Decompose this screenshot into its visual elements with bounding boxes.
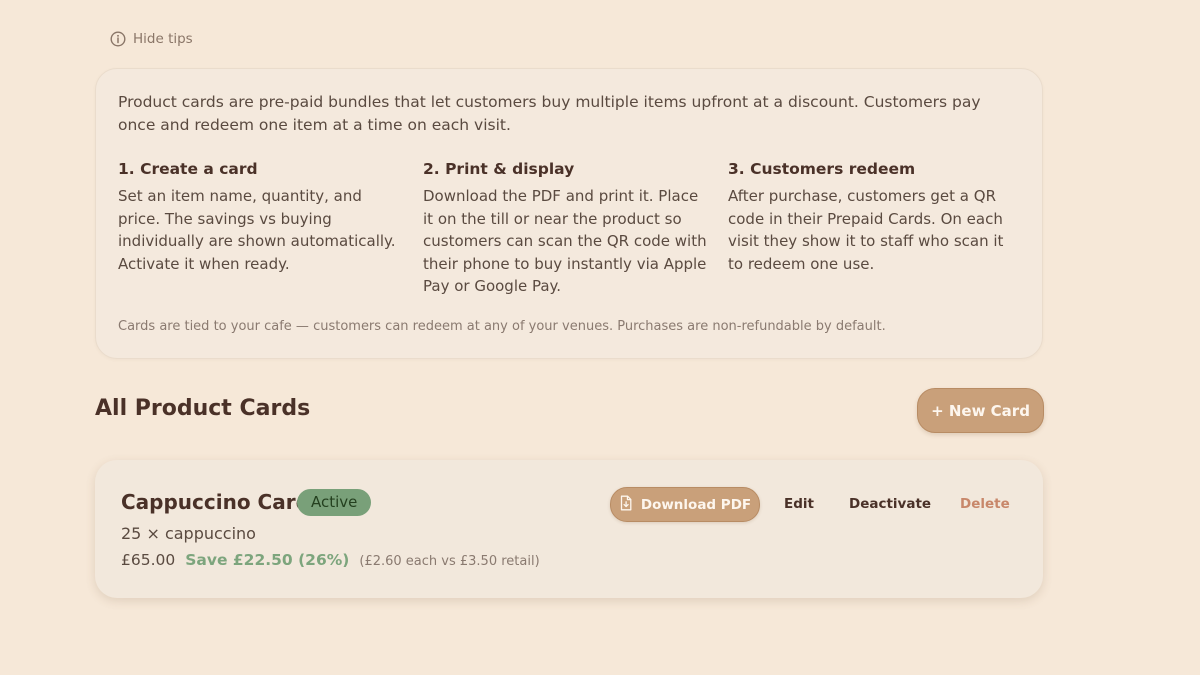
step-title: 3. Customers redeem bbox=[728, 160, 916, 178]
tips-card: Product cards are pre-paid bundles that … bbox=[95, 68, 1043, 359]
tips-intro: Product cards are pre-paid bundles that … bbox=[118, 93, 981, 134]
status-badge: Active bbox=[297, 489, 372, 516]
card-price-row: £65.00 Save £22.50 (26%) (£2.60 each vs … bbox=[121, 551, 540, 569]
edit-button[interactable]: Edit bbox=[784, 496, 814, 512]
tips-step-print: 2. Print & display Download the PDF and … bbox=[423, 158, 728, 298]
tips-footnote: Cards are tied to your cafe — customers … bbox=[118, 319, 886, 334]
new-card-button[interactable]: + New Card bbox=[917, 388, 1044, 433]
file-download-icon bbox=[619, 495, 633, 515]
step-title: 2. Print & display bbox=[423, 160, 575, 178]
step-body: Download the PDF and print it. Place it … bbox=[423, 187, 707, 295]
hide-tips-toggle[interactable]: Hide tips bbox=[110, 31, 193, 47]
step-body: Set an item name, quantity, and price. T… bbox=[118, 187, 396, 273]
step-title: 1. Create a card bbox=[118, 160, 258, 178]
download-pdf-label: Download PDF bbox=[640, 496, 752, 513]
card-price-detail: (£2.60 each vs £3.50 retail) bbox=[359, 554, 540, 569]
card-savings: Save £22.50 (26%) bbox=[185, 551, 350, 569]
step-body: After purchase, customers get a QR code … bbox=[728, 187, 1004, 273]
section-title: All Product Cards bbox=[95, 396, 311, 421]
tips-step-redeem: 3. Customers redeem After purchase, cust… bbox=[728, 158, 1033, 298]
tips-step-create: 1. Create a card Set an item name, quant… bbox=[118, 158, 423, 298]
product-card: Cappuccino Card Active 25 × cappuccino £… bbox=[95, 460, 1043, 598]
deactivate-button[interactable]: Deactivate bbox=[849, 496, 931, 512]
card-price: £65.00 bbox=[121, 551, 176, 569]
hide-tips-label: Hide tips bbox=[133, 31, 193, 47]
info-icon bbox=[110, 31, 126, 47]
delete-button[interactable]: Delete bbox=[960, 496, 1010, 512]
tips-steps: 1. Create a card Set an item name, quant… bbox=[118, 158, 1033, 298]
card-name: Cappuccino Card bbox=[121, 490, 310, 514]
download-pdf-button[interactable]: Download PDF bbox=[610, 487, 760, 522]
card-quantity: 25 × cappuccino bbox=[121, 524, 256, 543]
page: Hide tips Product cards are pre-paid bun… bbox=[0, 0, 1200, 675]
